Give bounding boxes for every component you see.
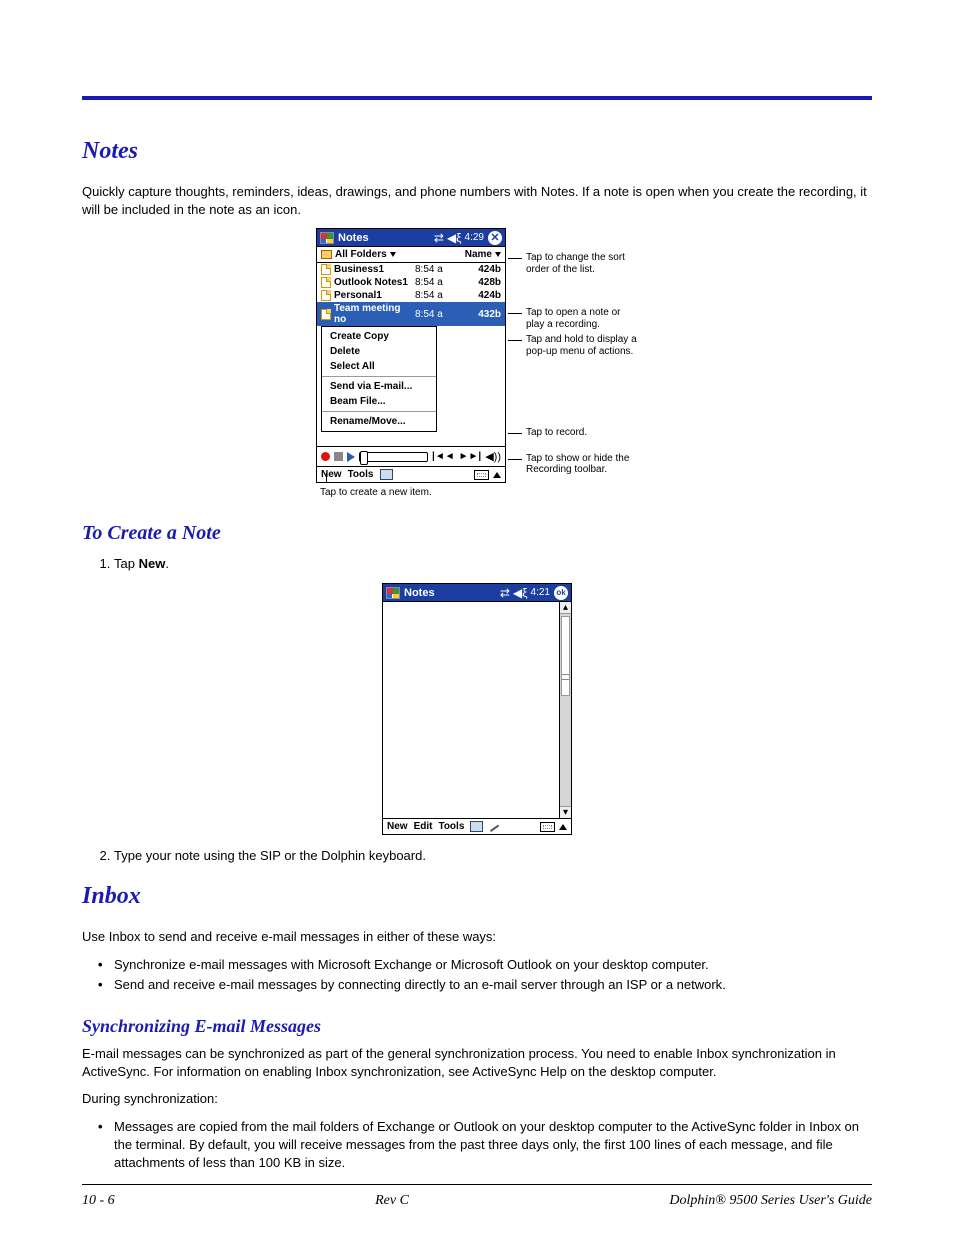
note-canvas[interactable] — [383, 602, 559, 818]
sort-picker[interactable]: Name — [465, 249, 501, 260]
heading-notes: Notes — [82, 138, 872, 165]
menu-tools[interactable]: Tools — [438, 821, 464, 832]
start-flag-icon[interactable] — [386, 587, 400, 599]
footer-center: Rev C — [375, 1193, 409, 1209]
speaker-icon[interactable]: ◀)) — [485, 450, 501, 463]
playback-slider[interactable] — [359, 452, 428, 462]
ok-icon[interactable]: ok — [554, 586, 568, 600]
folder-picker[interactable]: All Folders — [321, 249, 396, 260]
clock: 4:29 — [465, 232, 484, 243]
sync-para: E-mail messages can be synchronized as p… — [82, 1045, 872, 1080]
note-row-selected[interactable]: Team meeting no8:54 a432b — [317, 302, 505, 326]
note-row[interactable]: Personal18:54 a424b — [317, 289, 505, 302]
vertical-scrollbar[interactable]: ▴ ▾ — [559, 602, 571, 818]
annot-hold: Tap and hold to display a pop-up menu of… — [526, 334, 638, 357]
start-flag-icon[interactable] — [320, 232, 334, 244]
inbox-intro: Use Inbox to send and receive e-mail mes… — [82, 928, 872, 946]
heading-sync: Synchronizing E-mail Messages — [82, 1016, 872, 1037]
note-icon — [321, 290, 331, 301]
skip-fwd-icon[interactable]: ►►| — [459, 451, 482, 462]
menu-new[interactable]: New — [387, 821, 408, 832]
connectivity-icon: ⇄ — [434, 232, 444, 244]
note-row[interactable]: Outlook Notes18:54 a428b — [317, 276, 505, 289]
sync-bullet: Messages are copied from the mail folder… — [98, 1118, 872, 1173]
note-icon — [321, 277, 331, 288]
step-1: Tap New. — [114, 555, 872, 573]
clock: 4:21 — [531, 587, 550, 598]
scroll-down-icon[interactable]: ▾ — [560, 806, 571, 818]
folder-label: All Folders — [335, 249, 387, 260]
heading-create-note: To Create a Note — [82, 522, 872, 545]
sort-label: Name — [465, 249, 492, 260]
during-sync: During synchronization: — [82, 1090, 872, 1108]
notes-intro: Quickly capture thoughts, reminders, ide… — [82, 183, 872, 218]
play-button[interactable] — [347, 452, 355, 462]
note-row[interactable]: Business18:54 a424b — [317, 263, 505, 276]
pen-icon[interactable] — [489, 821, 503, 833]
menu-delete[interactable]: Delete — [322, 344, 436, 359]
pda-status: ⇄ ◀ξ 4:29 — [434, 232, 484, 244]
close-icon[interactable]: ✕ — [488, 231, 502, 245]
volume-icon: ◀ξ — [447, 232, 462, 244]
footer-right: Dolphin® 9500 Series User's Guide — [669, 1193, 872, 1209]
app-icon[interactable] — [470, 821, 483, 832]
annot-toolbar: Tap to show or hide the Recording toolba… — [526, 453, 638, 476]
caret-down-icon — [495, 252, 501, 257]
record-button[interactable] — [321, 452, 330, 461]
pda-titlebar: Notes ⇄ ◀ξ 4:21 ok — [383, 584, 571, 602]
top-rule — [82, 96, 872, 100]
pda-titlebar: Notes ⇄ ◀ξ 4:29 ✕ — [317, 229, 505, 247]
heading-inbox: Inbox — [82, 883, 872, 910]
menu-new[interactable]: New — [321, 469, 342, 480]
sip-arrow-icon[interactable] — [559, 824, 567, 830]
bottom-rule — [82, 1184, 872, 1185]
menu-create-copy[interactable]: Create Copy — [322, 329, 436, 344]
skip-back-icon[interactable]: |◄◄ — [432, 451, 455, 462]
pda-title: Notes — [338, 232, 434, 244]
annot-record: Tap to record. — [526, 427, 587, 439]
note-icon — [321, 309, 331, 320]
annot-open: Tap to open a note or play a recording. — [526, 307, 638, 330]
tap-create-caption: Tap to create a new item. — [316, 483, 506, 498]
scroll-up-icon[interactable]: ▴ — [560, 602, 571, 614]
scroll-thumb[interactable] — [561, 616, 570, 696]
annot-sort: Tap to change the sort order of the list… — [526, 252, 638, 275]
inbox-bullet: Send and receive e-mail messages by conn… — [98, 976, 872, 994]
menu-rename-move[interactable]: Rename/Move... — [322, 414, 436, 429]
sip-arrow-icon[interactable] — [493, 472, 501, 478]
bottom-menu-bar: New Edit Tools — [383, 818, 571, 834]
folder-icon — [321, 250, 332, 259]
app-icon[interactable] — [380, 469, 393, 480]
menu-send-email[interactable]: Send via E-mail... — [322, 379, 436, 394]
caret-down-icon — [390, 252, 396, 257]
inbox-bullet: Synchronize e-mail messages with Microso… — [98, 956, 872, 974]
pda-title: Notes — [404, 587, 500, 599]
footer-left: 10 - 6 — [82, 1193, 115, 1209]
connectivity-icon: ⇄ — [500, 587, 510, 599]
keyboard-icon[interactable] — [474, 470, 489, 480]
page-footer: 10 - 6 Rev C Dolphin® 9500 Series User's… — [82, 1193, 872, 1209]
keyboard-icon[interactable] — [540, 822, 555, 832]
stop-button[interactable] — [334, 452, 343, 461]
step-2: Type your note using the SIP or the Dolp… — [114, 847, 872, 865]
menu-select-all[interactable]: Select All — [322, 359, 436, 374]
recording-toolbar: |◄◄ ►►| ◀)) — [317, 446, 505, 466]
pda-status: ⇄ ◀ξ 4:21 — [500, 587, 550, 599]
context-menu: Create Copy Delete Select All Send via E… — [321, 326, 437, 432]
figure-notes-list: Notes ⇄ ◀ξ 4:29 ✕ All Folders N — [82, 228, 872, 498]
bottom-menu-bar: New Tools — [317, 466, 505, 482]
figure-note-editor: Notes ⇄ ◀ξ 4:21 ok ▴ ▾ New Edit Tools — [82, 583, 872, 835]
menu-beam-file[interactable]: Beam File... — [322, 394, 436, 409]
menu-tools[interactable]: Tools — [348, 469, 374, 480]
note-icon — [321, 264, 331, 275]
volume-icon: ◀ξ — [513, 587, 528, 599]
menu-edit[interactable]: Edit — [414, 821, 433, 832]
